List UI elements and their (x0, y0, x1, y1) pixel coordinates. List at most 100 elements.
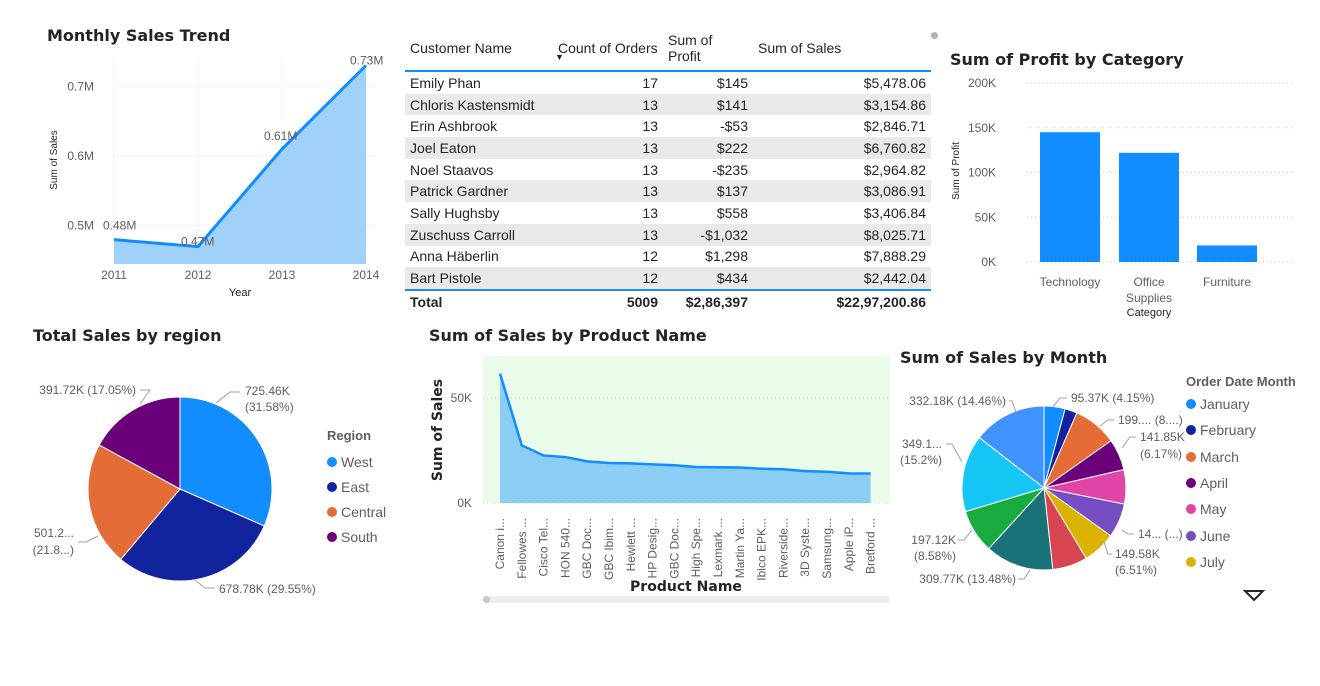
customer-name-cell: Zuschuss Carroll (405, 223, 553, 246)
x-tick-label: Cisco Tel... (537, 518, 551, 576)
y-tick-label: 50K (451, 391, 472, 405)
region-legend-item[interactable]: East (327, 474, 386, 499)
order-count-cell: 12 (642, 248, 658, 265)
legend-marker-icon (1186, 399, 1196, 410)
table-row[interactable]: Sally Hughsby 13 $558 $3,406.84 (405, 202, 931, 224)
y-tick-label: 0.6M (67, 149, 94, 163)
profit-category-chart: 0K 50K 100K 150K 200K Technology Office Supplie… (951, 76, 1294, 319)
legend-label: East (341, 478, 370, 495)
month-legend-item[interactable]: February (1186, 417, 1296, 443)
sort-descending-icon[interactable]: ▼ (555, 52, 564, 62)
x-axis-title: Year (229, 287, 252, 299)
leader-line (78, 535, 99, 543)
region-legend-item[interactable]: West (327, 449, 386, 474)
sales-cell: $3,154.86 (753, 93, 931, 116)
x-tick-label: 2012 (185, 268, 212, 282)
month-pie-visual[interactable]: Sum of Sales by Month 95.37K (4.15%) 199.… (890, 340, 1320, 610)
legend-label: April (1200, 475, 1229, 492)
leader-line (946, 443, 963, 463)
product-sales-visual[interactable]: Sum of Sales by Product Name 0K 50K Canon … (420, 320, 900, 610)
table-row[interactable]: Joel Eaton 13 $222 $6,760.82 (405, 137, 931, 159)
leader-line (1052, 397, 1067, 408)
region-legend-item[interactable]: South (327, 524, 386, 549)
data-label: (21.8...) (33, 543, 74, 557)
region-legend: Region West East Central South (327, 428, 386, 549)
x-tick-label: Canon i... (493, 518, 507, 569)
x-tick-label: Fellowes ... (515, 518, 529, 579)
leader-line (139, 389, 151, 405)
x-tick-label: Technology (1040, 275, 1101, 289)
product-chart-scrollbar[interactable] (483, 596, 890, 603)
sales-trend-chart: 0.5M 0.6M 0.7M 0.48M 0.47M 0.61M 0.73M 2011 2012… (49, 53, 383, 299)
table-row[interactable]: Zuschuss Carroll 13 -$1,032 $8,025.71 (405, 223, 931, 246)
month-legend-item[interactable]: April (1186, 470, 1296, 496)
sales-cell: $3,086.91 (753, 180, 931, 203)
sales-cell: $2,442.04 (753, 267, 931, 290)
order-count-cell: 12 (553, 267, 663, 290)
x-tick-label: Furniture (1203, 275, 1251, 289)
x-tick-label: GBC Doc... (667, 518, 681, 579)
customer-name-cell: Anna Häberlin (410, 248, 499, 265)
leader-line (1121, 436, 1136, 449)
col-header-sum-of-profit[interactable]: Sum of Profit (663, 28, 753, 71)
area-fill (114, 65, 366, 264)
y-axis-title: Sum of Profit (951, 142, 962, 200)
data-label: 332.18K (14.46%) (909, 394, 1006, 408)
x-axis-title: Product Name (630, 579, 742, 595)
legend-label: West (341, 453, 373, 470)
table-row[interactable]: Emily Phan 17 $145 $5,478.06 (405, 71, 931, 94)
y-axis-title: Sum of Sales (430, 379, 446, 481)
col-header-count-of-orders[interactable]: Count of Orders (553, 28, 663, 71)
table-row[interactable]: Noel Staavos 13 -$235 $2,964.82 (405, 159, 931, 181)
data-label: (15.2%) (900, 453, 942, 467)
legend-marker-icon (1186, 425, 1196, 436)
data-label: 14... (...) (1138, 527, 1183, 541)
data-label: 141.85K (1140, 430, 1185, 444)
table-total-row: Total 5009 $2,86,397 $22,97,200.86 (405, 289, 931, 313)
order-count-cell: 13 (553, 223, 663, 246)
table-row[interactable]: Patrick Gardner 13 $137 $3,086.91 (405, 180, 931, 203)
data-label: 725.46K (245, 384, 290, 398)
total-sales: $22,97,200.86 (836, 293, 926, 310)
col-header-customer-name[interactable]: Customer Name (405, 28, 553, 71)
legend-marker-icon (327, 506, 337, 517)
resize-handle-icon[interactable] (931, 32, 938, 39)
x-tick-label: Lexmark ... (711, 518, 725, 577)
profit-category-visual[interactable]: Sum of Profit by Category 0K 50K 100K 150K 2… (940, 40, 1320, 330)
y-axis-title: Sum of Sales (49, 130, 60, 189)
region-legend-title: Region (327, 428, 372, 443)
leader-line (1099, 419, 1114, 427)
x-tick-label: 2014 (353, 268, 380, 282)
sales-trend-visual[interactable]: Monthly Sales Trend 0.5M 0.6M 0.7M 0.48M 0.4… (0, 0, 400, 310)
month-legend-item[interactable]: March (1186, 444, 1296, 470)
sales-cell: $5,478.06 (863, 74, 926, 91)
sales-cell: $3,406.84 (863, 204, 926, 221)
x-tick-label: Riverside... (776, 518, 790, 578)
table-row[interactable]: Erin Ashbrook 13 -$53 $2,846.71 (405, 115, 931, 137)
legend-marker-icon (1186, 478, 1196, 489)
x-tick-label: High Spe... (689, 518, 703, 577)
leader-line (215, 391, 240, 404)
month-legend-item[interactable]: June (1186, 522, 1296, 548)
region-legend-item[interactable]: Central (327, 499, 386, 524)
order-count-cell: 13 (642, 204, 658, 221)
data-label: (8.58%) (914, 549, 956, 563)
legend-marker-icon (1186, 556, 1196, 567)
y-tick-label: 0.5M (67, 219, 94, 233)
month-legend-item[interactable]: July (1186, 549, 1296, 575)
table-row[interactable]: Chloris Kastensmidt 13 $141 $3,154.86 (405, 93, 931, 116)
month-legend-item[interactable]: January (1186, 391, 1296, 417)
data-label: 95.37K (4.15%) (1071, 391, 1154, 405)
col-header-sum-of-sales[interactable]: Sum of Sales (753, 28, 931, 71)
scrollbar-thumb[interactable] (483, 596, 490, 603)
table-row[interactable]: Bart Pistole 12 $434 $2,442.04 (405, 267, 931, 290)
data-label: 197.12K (911, 533, 956, 547)
month-legend-item[interactable]: May (1186, 496, 1296, 522)
y-tick-label: 0K (981, 255, 996, 269)
sales-cell: $7,888.29 (863, 248, 926, 265)
table-row[interactable]: Anna Häberlin 12 $1,298 $7,888.29 (405, 246, 931, 268)
region-pie-visual[interactable]: Total Sales by region 725.46K (31.58%) 678… (0, 320, 400, 620)
customer-table[interactable]: Customer Name Count of Orders Sum of Pro… (405, 28, 931, 313)
drill-down-icon[interactable] (1242, 588, 1266, 602)
customer-name-cell: Sally Hughsby (410, 204, 500, 221)
